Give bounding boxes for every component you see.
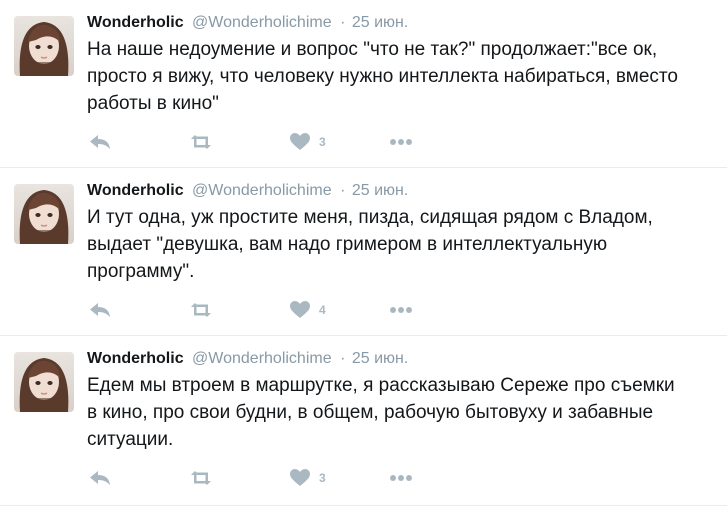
more-button[interactable] (389, 468, 413, 488)
heart-icon (290, 301, 310, 319)
more-dots-icon (389, 474, 413, 482)
like-button[interactable]: 3 (290, 468, 326, 488)
author-handle[interactable]: @Wonderholichime (192, 182, 332, 199)
tweet-actions: 4 (87, 300, 487, 320)
reply-icon (89, 302, 111, 318)
retweet-icon (189, 470, 213, 486)
author-name[interactable]: Wonderholic (87, 350, 184, 367)
reply-button[interactable] (89, 468, 111, 488)
tweet-header: Wonderholic @Wonderholichime · 25 июн. (87, 13, 408, 33)
tweet-actions: 3 (87, 132, 487, 152)
retweet-button[interactable] (189, 132, 213, 152)
retweet-icon (189, 134, 213, 150)
more-dots-icon (389, 306, 413, 314)
avatar[interactable] (14, 16, 74, 76)
more-button[interactable] (389, 300, 413, 320)
like-button[interactable]: 3 (290, 132, 326, 152)
author-name[interactable]: Wonderholic (87, 182, 184, 199)
tweet[interactable]: Wonderholic @Wonderholichime · 25 июн. Н… (0, 0, 727, 168)
author-name[interactable]: Wonderholic (87, 14, 184, 31)
avatar[interactable] (14, 352, 74, 412)
tweet-text: Едем мы втроем в маршрутке, я рассказыва… (87, 375, 675, 450)
like-count: 3 (319, 135, 326, 149)
avatar[interactable] (14, 184, 74, 244)
retweet-icon (189, 302, 213, 318)
heart-icon (290, 133, 310, 151)
retweet-button[interactable] (189, 468, 213, 488)
tweet-header: Wonderholic @Wonderholichime · 25 июн. (87, 181, 408, 201)
author-handle[interactable]: @Wonderholichime (192, 350, 332, 367)
separator-dot: · (340, 14, 346, 31)
tweet-feed: Wonderholic @Wonderholichime · 25 июн. Н… (0, 0, 727, 506)
separator-dot: · (340, 182, 346, 199)
like-count: 4 (319, 303, 326, 317)
more-button[interactable] (389, 132, 413, 152)
like-count: 3 (319, 471, 326, 485)
tweet-actions: 3 (87, 468, 487, 488)
retweet-button[interactable] (189, 300, 213, 320)
separator-dot: · (340, 350, 346, 367)
more-dots-icon (389, 138, 413, 146)
timestamp[interactable]: 25 июн. (352, 182, 408, 199)
reply-button[interactable] (89, 132, 111, 152)
tweet-text: И тут одна, уж простите меня, пизда, сид… (87, 207, 653, 282)
tweet-header: Wonderholic @Wonderholichime · 25 июн. (87, 349, 408, 369)
timestamp[interactable]: 25 июн. (352, 350, 408, 367)
tweet[interactable]: Wonderholic @Wonderholichime · 25 июн. И… (0, 168, 727, 336)
reply-icon (89, 470, 111, 486)
reply-icon (89, 134, 111, 150)
tweet[interactable]: Wonderholic @Wonderholichime · 25 июн. Е… (0, 336, 727, 506)
heart-icon (290, 469, 310, 487)
reply-button[interactable] (89, 300, 111, 320)
author-handle[interactable]: @Wonderholichime (192, 14, 332, 31)
timestamp[interactable]: 25 июн. (352, 14, 408, 31)
tweet-text: На наше недоумение и вопрос "что не так?… (87, 39, 678, 114)
like-button[interactable]: 4 (290, 300, 326, 320)
